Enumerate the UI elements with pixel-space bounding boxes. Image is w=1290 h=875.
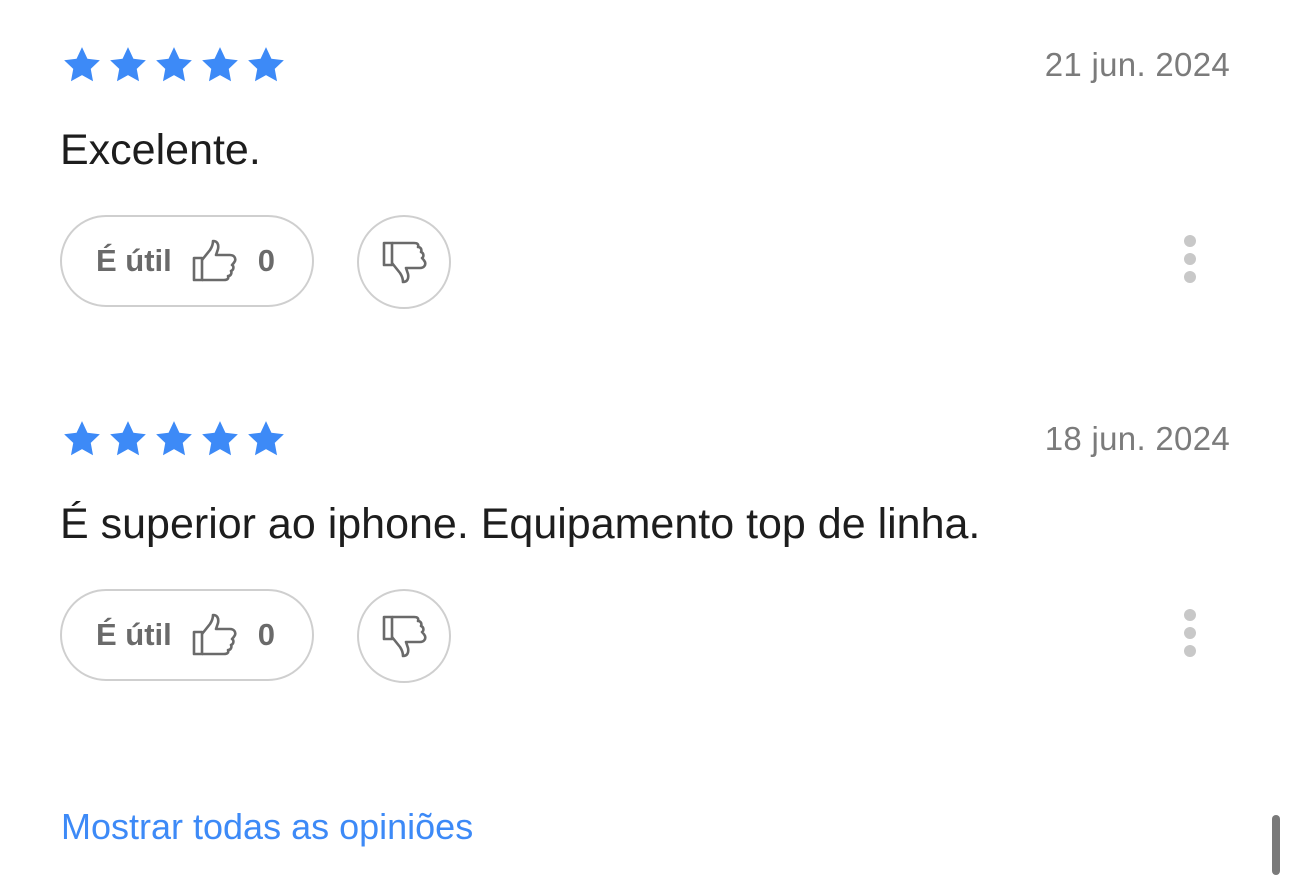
useful-label: É útil [96,617,172,652]
more-options-button[interactable] [1180,235,1200,287]
review-header: 18 jun. 2024 [60,416,1230,462]
star-icon [60,418,104,460]
not-useful-button[interactable] [357,589,451,683]
not-useful-button[interactable] [357,215,451,309]
more-options-button[interactable] [1180,609,1200,661]
useful-button[interactable]: É útil 0 [60,589,314,681]
scrollbar-thumb[interactable] [1272,815,1280,875]
more-dot [1184,627,1196,639]
star-icon [244,44,288,86]
more-dot [1184,253,1196,265]
more-vertical-icon [1184,609,1196,621]
review-date: 18 jun. 2024 [1044,420,1230,457]
star-icon [152,44,196,86]
star-icon [152,418,196,460]
review-text: Excelente. [60,126,261,174]
review-card: 21 jun. 2024 Excelente. É útil 0 [60,42,1230,309]
more-dot [1184,645,1196,657]
star-rating [60,44,288,86]
review-text: É superior ao iphone. Equipamento top de… [60,500,981,548]
star-icon [60,44,104,86]
show-all-reviews-link[interactable]: Mostrar todas as opiniões [61,806,473,848]
review-header: 21 jun. 2024 [60,42,1230,88]
review-actions: É útil 0 [60,215,1230,311]
thumbs-down-icon [382,241,427,284]
more-vertical-icon [1184,235,1196,247]
star-rating [60,418,288,460]
useful-label: É útil [96,243,172,278]
star-icon [106,418,150,460]
star-icon [198,44,242,86]
useful-count: 0 [257,617,276,652]
star-icon [198,418,242,460]
thumbs-down-icon [382,615,427,658]
star-icon [244,418,288,460]
useful-button[interactable]: É útil 0 [60,215,314,307]
useful-count: 0 [257,243,276,278]
more-dot [1184,271,1196,283]
thumbs-up-icon [192,613,237,656]
review-card: 18 jun. 2024 É superior ao iphone. Equip… [60,416,1230,683]
star-icon [106,44,150,86]
review-actions: É útil 0 [60,589,1230,685]
review-date: 21 jun. 2024 [1044,46,1230,83]
thumbs-up-icon [192,239,237,282]
